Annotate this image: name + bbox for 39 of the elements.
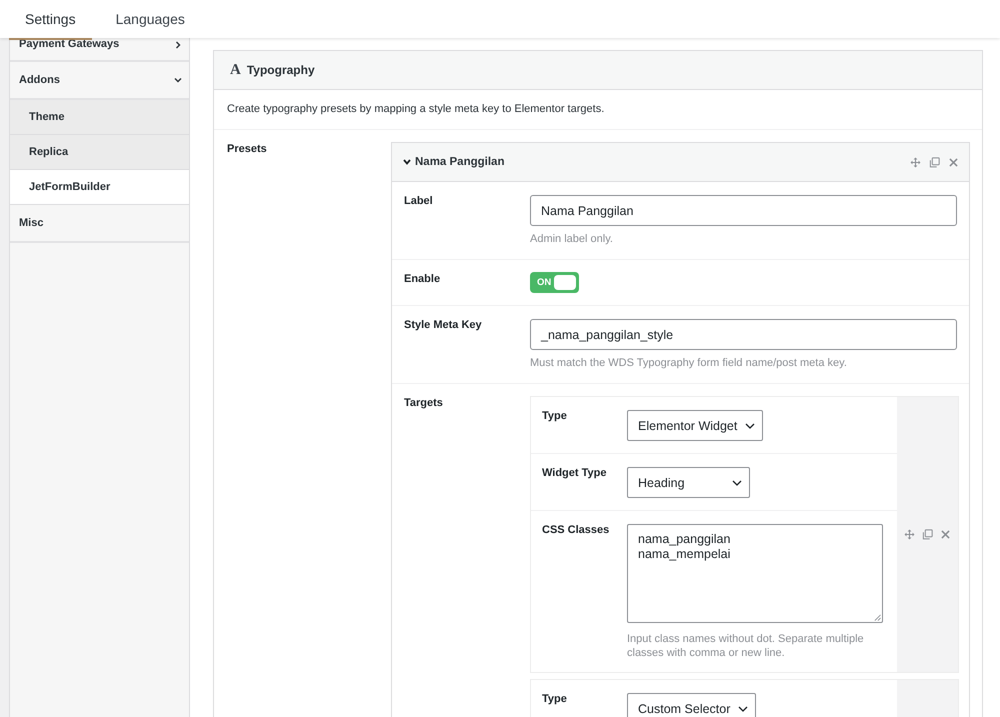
text-input[interactable]: _nama_panggilan_style (530, 319, 957, 350)
chevron-down-icon (738, 706, 748, 712)
text-input[interactable]: Nama Panggilan (530, 195, 957, 226)
select-dropdown[interactable]: Elementor Widget (627, 410, 764, 441)
resize-grip-icon[interactable] (874, 614, 881, 621)
section-description: Create typography presets by mapping a style meta key to Elementor targets. (214, 90, 982, 130)
field-hint: Admin label only. (530, 233, 614, 246)
field-label: Style Meta Key (403, 318, 483, 333)
chevron-down-icon (745, 422, 756, 428)
textarea[interactable]: nama_panggilan nama_mempelai (627, 524, 883, 623)
field-label: CSS Classes (541, 523, 610, 538)
field-label: Targets (403, 396, 444, 411)
font-icon: A (230, 62, 241, 78)
caret-down-icon[interactable] (403, 159, 411, 165)
field-label: Enable (403, 272, 442, 287)
sidebar-subitem[interactable]: Theme (10, 100, 189, 135)
close-icon[interactable] (940, 529, 951, 540)
move-icon[interactable] (904, 529, 915, 540)
close-icon[interactable] (948, 156, 959, 168)
field-label: Type (541, 692, 568, 707)
move-icon[interactable] (910, 156, 921, 168)
sidebar-subitem[interactable]: JetFormBuilder (10, 170, 189, 205)
field-label: Type (541, 409, 568, 424)
field-label: Widget Type (541, 466, 608, 481)
copy-icon[interactable] (929, 156, 940, 168)
field-label: Label (403, 194, 434, 209)
sidebar-subitem[interactable]: Replica (10, 135, 189, 170)
tab[interactable]: Languages (100, 0, 201, 40)
section-title: Typography (246, 63, 315, 77)
copy-icon[interactable] (922, 529, 933, 540)
preset-title: Nama Panggilan (415, 156, 504, 168)
sidebar-item[interactable]: Payment Gateways (10, 38, 189, 62)
select-dropdown[interactable]: Custom Selector (627, 693, 756, 717)
field-hint: Must match the WDS Typography form field name/post meta key. (530, 357, 848, 370)
chevron-down-icon (732, 480, 742, 486)
field-label: Presets (226, 142, 268, 157)
select-dropdown[interactable]: Heading (627, 467, 750, 498)
field-hint: Input class names without dot. Separate multiple classes with comma or new line. (627, 632, 865, 660)
toggle-knob (554, 275, 576, 290)
